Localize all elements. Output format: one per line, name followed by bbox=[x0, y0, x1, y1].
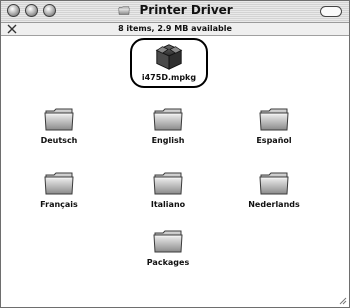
item-label: Español bbox=[256, 136, 292, 145]
item-label: i475D.mpkg bbox=[141, 73, 197, 82]
toolbar-toggle-button[interactable] bbox=[320, 6, 342, 17]
window-bottom-edge bbox=[1, 294, 349, 307]
item-label: Italiano bbox=[150, 200, 186, 209]
folder-item-packages[interactable]: Packages bbox=[128, 224, 208, 267]
folder-icon bbox=[258, 102, 290, 134]
folder-icon bbox=[43, 166, 75, 198]
window-title-container: Printer Driver bbox=[1, 3, 349, 17]
status-text: 8 items, 2.9 MB available bbox=[118, 24, 232, 33]
item-label: Packages bbox=[146, 258, 190, 267]
folder-item-espanol[interactable]: Español bbox=[234, 102, 314, 145]
item-label: Nederlands bbox=[248, 200, 300, 209]
folder-item-francais[interactable]: Français bbox=[19, 166, 99, 209]
folder-icon bbox=[258, 166, 290, 198]
folder-item-nederlands[interactable]: Nederlands bbox=[234, 166, 314, 209]
folder-icon bbox=[117, 4, 131, 16]
folder-item-english[interactable]: English bbox=[128, 102, 208, 145]
finder-window: Printer Driver 8 items, 2.9 MB available… bbox=[0, 0, 350, 308]
status-bar: 8 items, 2.9 MB available bbox=[1, 23, 349, 36]
installer-package-icon bbox=[153, 41, 185, 71]
folder-item-deutsch[interactable]: Deutsch bbox=[19, 102, 99, 145]
folder-icon bbox=[152, 166, 184, 198]
item-label: Deutsch bbox=[40, 136, 78, 145]
window-title: Printer Driver bbox=[139, 3, 233, 17]
folder-icon bbox=[152, 102, 184, 134]
toolbar-tools-icon bbox=[7, 24, 17, 34]
title-bar[interactable]: Printer Driver bbox=[1, 1, 349, 23]
item-label: English bbox=[151, 136, 185, 145]
folder-icon bbox=[43, 102, 75, 134]
folder-item-italiano[interactable]: Italiano bbox=[128, 166, 208, 209]
item-label: Français bbox=[40, 200, 78, 209]
resize-handle-icon[interactable] bbox=[337, 295, 347, 305]
folder-icon bbox=[152, 224, 184, 256]
icon-view: i475D.mpkg Deutsch English Español Franç… bbox=[1, 36, 349, 294]
package-item[interactable]: i475D.mpkg bbox=[129, 41, 209, 82]
